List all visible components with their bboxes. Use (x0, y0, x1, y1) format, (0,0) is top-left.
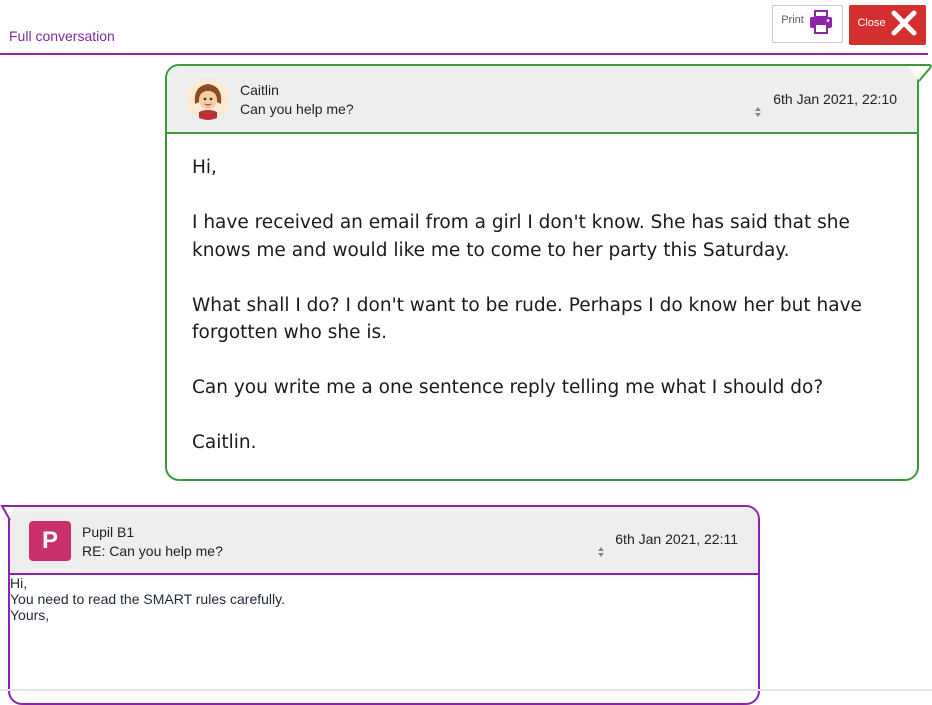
user-avatar: P (29, 521, 71, 561)
print-button-label: Print (781, 14, 804, 26)
print-button[interactable]: Print (772, 5, 843, 43)
speech-tail (907, 64, 932, 82)
message-date: 6th Jan 2021, 22:11 (615, 531, 738, 547)
page-title: Full conversation (9, 28, 115, 44)
header-divider (0, 53, 928, 55)
message-body: Hi, You need to read the SMART rules car… (10, 575, 758, 623)
printer-icon (808, 9, 834, 40)
message-card: P Pupil B1 RE: Can you help me? 6th Jan … (8, 505, 760, 705)
message-paragraph: Hi, (10, 575, 28, 591)
girl-avatar-icon (187, 78, 229, 120)
close-button[interactable]: Close (849, 5, 926, 45)
message-paragraph: I have received an email from a girl I d… (192, 212, 850, 261)
message-paragraph: You need to read the SMART rules careful… (10, 591, 285, 607)
close-icon (890, 9, 918, 42)
close-button-label: Close (857, 17, 886, 29)
speech-tail (0, 505, 14, 521)
sort-icon (754, 105, 762, 123)
message-paragraph: Caitlin. (192, 432, 257, 453)
message-body: Hi, I have received an email from a girl… (167, 134, 917, 457)
message-paragraph: Can you write me a one sentence reply te… (192, 377, 824, 398)
message-subject: Can you help me? (240, 101, 354, 117)
message-paragraph: What shall I do? I don't want to be rude… (192, 294, 862, 344)
message-card: Caitlin Can you help me? 6th Jan 2021, 2… (165, 64, 919, 481)
message-subject: RE: Can you help me? (82, 543, 223, 559)
sort-icon (597, 545, 605, 563)
message-date: 6th Jan 2021, 22:10 (773, 91, 897, 107)
message-paragraph: Yours, (10, 607, 50, 623)
message-sender: Caitlin (240, 82, 279, 98)
message-paragraph: Hi, (192, 157, 217, 178)
message-sender: Pupil B1 (82, 524, 135, 540)
message-header: P Pupil B1 RE: Can you help me? 6th Jan … (10, 507, 758, 575)
message-header: Caitlin Can you help me? 6th Jan 2021, 2… (167, 66, 917, 134)
